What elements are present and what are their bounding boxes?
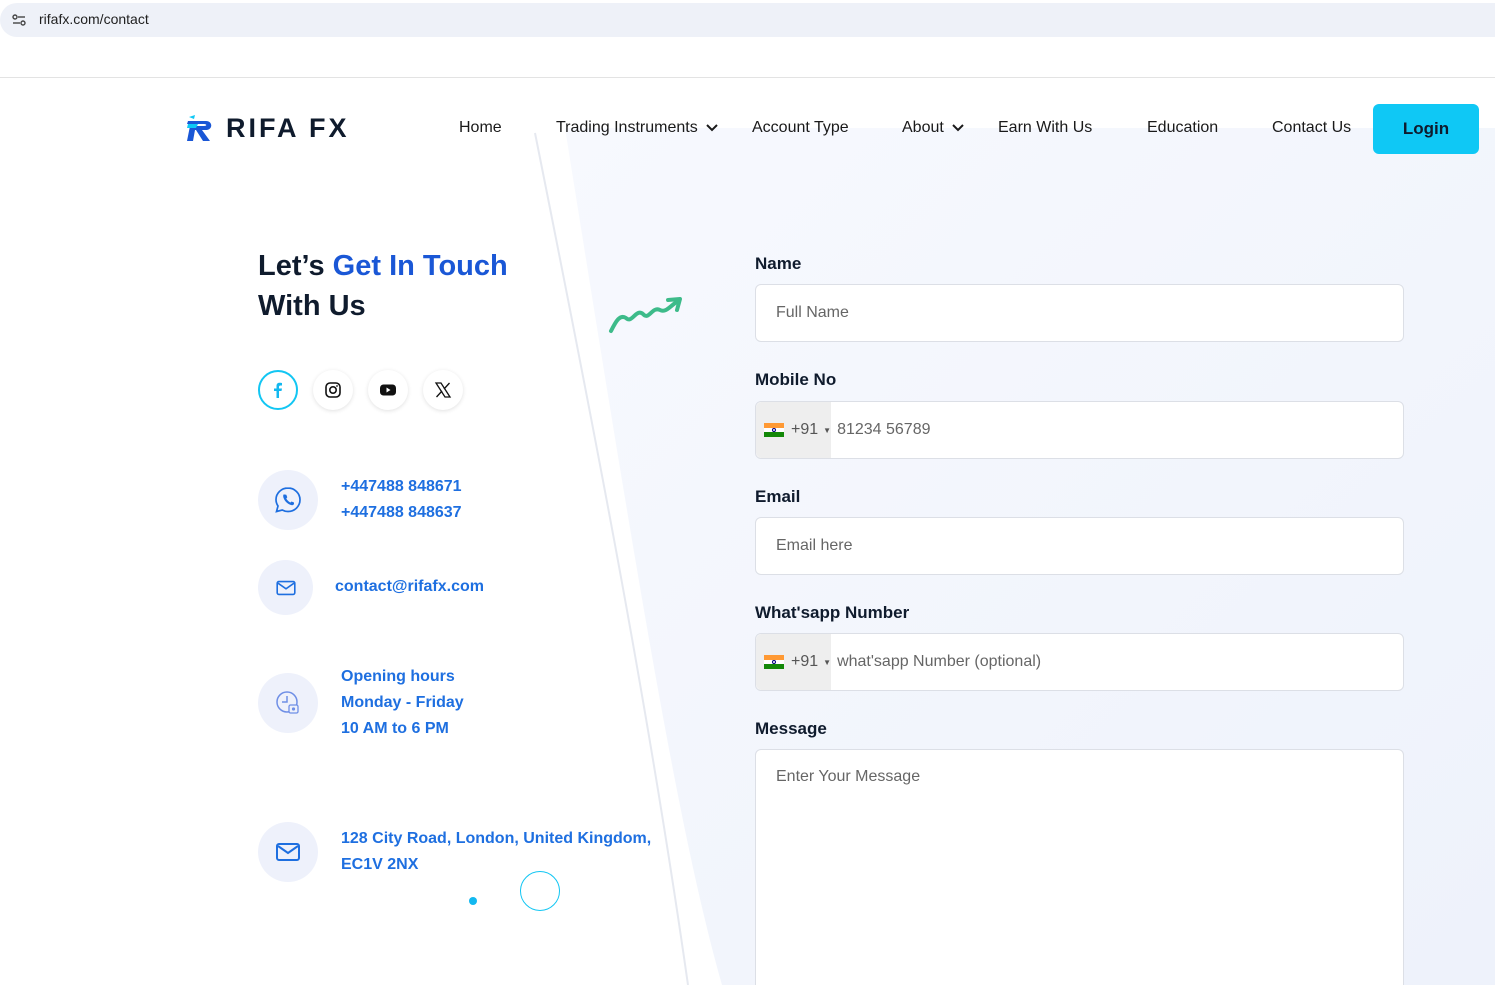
url-text[interactable]: rifafx.com/contact <box>39 11 149 27</box>
nav-label: Account Type <box>752 119 849 136</box>
hours-time: 10 AM to 6 PM <box>341 720 449 737</box>
heading-part1: Let’s <box>258 250 333 282</box>
opening-hours: Opening hours Monday - Friday 10 AM to 6… <box>341 664 464 742</box>
mobile-label: Mobile No <box>755 370 837 389</box>
nav-about[interactable]: About <box>902 119 964 137</box>
whatsapp-country-select[interactable]: +91 ▼ <box>756 634 832 690</box>
mobile-field-wrapper: +91 ▼ <box>755 401 1404 459</box>
india-flag-icon <box>764 423 784 438</box>
nav-account-type[interactable]: Account Type <box>752 119 849 137</box>
youtube-link[interactable] <box>368 370 408 410</box>
address-line-1: 128 City Road, London, United Kingdom, <box>341 830 652 847</box>
login-button[interactable]: Login <box>1373 104 1479 154</box>
nav-label: Home <box>459 119 502 136</box>
clock-icon <box>276 691 299 714</box>
india-flag-icon <box>764 655 784 670</box>
email-field-wrapper <box>755 517 1404 575</box>
chevron-down-icon <box>705 124 718 132</box>
address-badge <box>258 822 318 882</box>
hours-title: Opening hours <box>341 668 455 685</box>
x-link[interactable] <box>423 370 463 410</box>
hours-badge <box>258 673 318 733</box>
email-info: contact@rifafx.com <box>335 574 484 600</box>
nav-home[interactable]: Home <box>459 119 502 137</box>
decorative-ring <box>520 871 560 911</box>
logo-mark-icon <box>187 115 212 141</box>
hours-days: Monday - Friday <box>341 694 464 711</box>
address-line-2: EC1V 2NX <box>341 856 419 873</box>
nav-label: Trading Instruments <box>556 119 698 136</box>
nav-label: Education <box>1147 119 1219 136</box>
mail-icon <box>275 580 296 595</box>
browser-address-bar[interactable]: rifafx.com/contact <box>0 3 1495 37</box>
nav-contact-us[interactable]: Contact Us <box>1272 119 1351 137</box>
whatsapp-icon <box>275 487 301 513</box>
mail-icon <box>276 843 300 861</box>
facebook-link[interactable] <box>258 370 298 410</box>
country-code: +91 <box>791 421 819 438</box>
nav-label: About <box>902 119 944 136</box>
message-label: Message <box>755 719 827 738</box>
whatsapp-label: What'sapp Number <box>755 603 910 622</box>
instagram-link[interactable] <box>313 370 353 410</box>
page-title: Let’s Get In Touch With Us <box>258 246 508 326</box>
site-settings-icon[interactable] <box>10 11 28 29</box>
chevron-down-icon <box>952 124 964 132</box>
email-input[interactable] <box>756 518 1403 574</box>
nav-earn-with-us[interactable]: Earn With Us <box>998 119 1092 137</box>
page: rifafx.com/contact RIFA FX Home Trading … <box>0 0 1495 985</box>
nav-label: Earn With Us <box>998 119 1093 136</box>
mobile-country-select[interactable]: +91 ▼ <box>756 402 832 458</box>
country-code: +91 <box>791 653 819 670</box>
decorative-dot <box>469 897 477 905</box>
logo[interactable]: RIFA FX <box>186 112 350 144</box>
nav-label: Contact Us <box>1272 119 1352 136</box>
email-badge <box>258 560 313 615</box>
logo-text: RIFA FX <box>226 112 350 143</box>
phone-link-1[interactable]: +447488 848671 <box>341 474 462 500</box>
message-textarea[interactable] <box>756 750 1403 985</box>
name-field-wrapper <box>755 284 1404 342</box>
email-link[interactable]: contact@rifafx.com <box>335 574 484 600</box>
message-field-wrapper <box>755 749 1404 985</box>
nav-education[interactable]: Education <box>1147 119 1218 137</box>
mobile-input[interactable] <box>831 402 1403 458</box>
whatsapp-badge <box>258 470 318 530</box>
youtube-icon <box>380 384 396 396</box>
phone-link-2[interactable]: +447488 848637 <box>341 500 462 526</box>
whatsapp-field-wrapper: +91 ▼ <box>755 633 1404 691</box>
heading-accent: Get In Touch <box>332 250 508 282</box>
heading-part2: With Us <box>258 290 366 322</box>
x-icon <box>434 382 452 398</box>
trend-arrow-icon <box>609 297 682 333</box>
name-input[interactable] <box>756 285 1403 341</box>
caret-down-icon: ▼ <box>823 657 832 667</box>
whatsapp-input[interactable] <box>831 634 1403 690</box>
phone-numbers: +447488 848671 +447488 848637 <box>341 474 462 526</box>
address: 128 City Road, London, United Kingdom, E… <box>341 826 651 878</box>
caret-down-icon: ▼ <box>823 425 832 435</box>
name-label: Name <box>755 254 802 273</box>
nav-trading-instruments[interactable]: Trading Instruments <box>556 119 718 137</box>
email-label: Email <box>755 487 801 506</box>
instagram-icon <box>325 382 341 398</box>
facebook-icon <box>274 382 282 398</box>
